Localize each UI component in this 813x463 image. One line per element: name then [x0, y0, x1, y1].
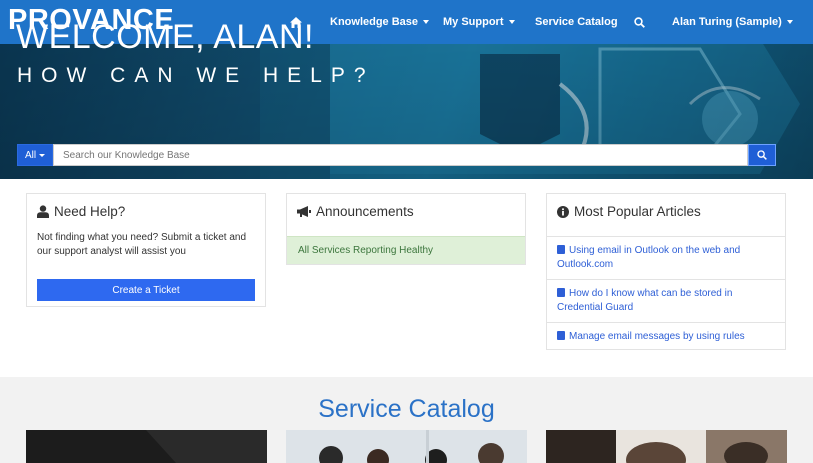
chevron-down-icon [786, 20, 793, 24]
popular-articles-header: Most Popular Articles [547, 194, 785, 229]
catalog-photo [26, 430, 267, 463]
need-help-text: Not finding what you need? Submit a tick… [37, 232, 247, 257]
knowledge-base-search: All [17, 144, 776, 166]
announcements-header: Announcements [287, 194, 525, 229]
need-help-panel: Need Help? Not finding what you need? Su… [26, 193, 266, 307]
search-icon [633, 16, 645, 28]
popular-articles-panel: Most Popular Articles Using email in Out… [546, 193, 786, 350]
search-scope-label: All [24, 149, 37, 161]
search-input[interactable] [53, 144, 748, 166]
book-icon [557, 288, 565, 297]
welcome-heading: WELCOME, ALAN! [16, 18, 314, 56]
user-name: Alan Turing (Sample) [672, 16, 782, 28]
announcements-panel: Announcements All Services Reporting Hea… [286, 193, 526, 265]
need-help-header: Need Help? [27, 194, 265, 229]
user-menu[interactable]: Alan Turing (Sample) [672, 0, 793, 44]
article-link[interactable]: How do I know what can be stored in Cred… [547, 279, 785, 322]
search-scope-dropdown[interactable]: All [17, 144, 53, 166]
create-ticket-button[interactable]: Create a Ticket [37, 279, 255, 301]
book-icon [557, 331, 565, 340]
service-catalog-title: Service Catalog [318, 395, 495, 423]
article-title: How do I know what can be stored in Cred… [557, 288, 733, 313]
search-icon [757, 150, 767, 160]
chevron-down-icon [508, 20, 515, 24]
article-title: Using email in Outlook on the web and Ou… [557, 245, 741, 270]
search-button[interactable] [633, 0, 645, 44]
catalog-card-image[interactable] [26, 430, 267, 463]
search-submit-button[interactable] [748, 144, 776, 166]
bullhorn-icon [297, 206, 311, 217]
popular-articles-title: Most Popular Articles [574, 204, 701, 219]
catalog-photo [546, 430, 787, 463]
book-icon [557, 245, 565, 254]
chevron-down-icon [39, 153, 46, 157]
my-support-menu[interactable]: My Support [443, 0, 515, 44]
service-catalog-link[interactable]: Service Catalog [535, 0, 618, 44]
chevron-down-icon [423, 20, 430, 24]
article-link[interactable]: Using email in Outlook on the web and Ou… [547, 236, 785, 279]
announcements-title: Announcements [316, 204, 414, 219]
service-catalog-label: Service Catalog [535, 16, 618, 28]
knowledge-base-label: Knowledge Base [330, 16, 419, 28]
catalog-card-image[interactable] [286, 430, 527, 463]
article-title: Manage email messages by using rules [569, 331, 745, 342]
knowledge-base-menu[interactable]: Knowledge Base [330, 0, 430, 44]
catalog-photo [286, 430, 527, 463]
my-support-label: My Support [443, 16, 504, 28]
info-icon [557, 205, 569, 218]
catalog-card-image[interactable] [546, 430, 787, 463]
user-icon [37, 205, 49, 218]
article-link[interactable]: Manage email messages by using rules [547, 322, 785, 350]
hero-tagline: HOW CAN WE HELP? [17, 64, 375, 87]
announcement-item: All Services Reporting Healthy [287, 236, 525, 264]
need-help-title: Need Help? [54, 204, 126, 219]
